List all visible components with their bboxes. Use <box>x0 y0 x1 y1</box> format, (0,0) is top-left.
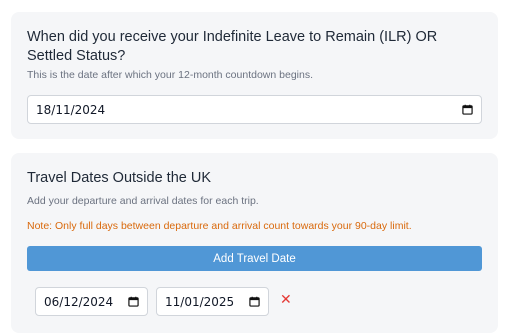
ilr-date-card: When did you receive your Indefinite Lea… <box>11 12 498 139</box>
ilr-help-text: This is the date after which your 12-mon… <box>27 69 313 81</box>
calendar-icon[interactable] <box>249 296 260 307</box>
departure-date-value: 06/12/2024 <box>44 294 114 309</box>
calendar-icon[interactable] <box>128 296 139 307</box>
calendar-icon[interactable] <box>462 104 473 115</box>
arrival-date-value: 11/01/2025 <box>165 294 235 309</box>
travel-dates-card: Travel Dates Outside the UK Add your dep… <box>11 153 498 333</box>
arrival-date-input[interactable]: 11/01/2025 <box>156 287 269 316</box>
remove-trip-icon[interactable]: ✕ <box>280 293 292 307</box>
ilr-date-value: 18/11/2024 <box>36 102 106 117</box>
ilr-date-input[interactable]: 18/11/2024 <box>27 95 482 124</box>
departure-date-input[interactable]: 06/12/2024 <box>35 287 148 316</box>
ninety-day-note: Note: Only full days between departure a… <box>27 220 412 232</box>
ilr-question-heading: When did you receive your Indefinite Lea… <box>27 29 438 64</box>
add-travel-date-button[interactable]: Add Travel Date <box>27 246 482 271</box>
travel-section-title: Travel Dates Outside the UK <box>27 170 212 186</box>
travel-help-text: Add your departure and arrival dates for… <box>27 195 259 207</box>
